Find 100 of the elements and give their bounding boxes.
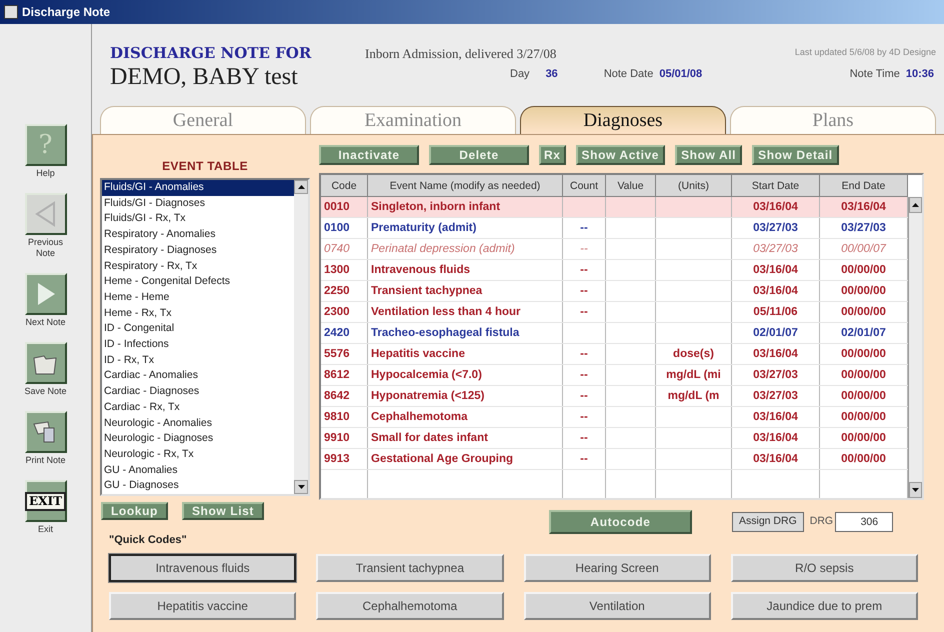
table-cell: -- — [563, 260, 606, 280]
event-list-item[interactable]: Respiratory - Anomalies — [102, 227, 294, 243]
event-list-item[interactable]: Fluids/GI - Anomalies — [102, 180, 294, 196]
column-header[interactable]: End Date — [820, 175, 908, 196]
table-cell: 03/16/04 — [732, 281, 820, 301]
quick-code-button[interactable]: Transient tachypnea — [316, 554, 504, 582]
note-time-label: Note Time — [850, 66, 900, 82]
app-icon — [4, 5, 18, 19]
event-list-item[interactable]: Respiratory - Diagnoses — [102, 242, 294, 259]
event-list-item[interactable]: ID - Congenital — [102, 321, 294, 338]
table-cell: Small for dates infant — [368, 428, 563, 448]
scroll-up-button[interactable] — [294, 180, 308, 194]
table-row[interactable]: 0010 Singleton, inborn infant 03/16/04 03/16/04 — [321, 197, 908, 218]
quick-code-button[interactable]: Intravenous fluids — [109, 554, 296, 582]
assign-drg-button[interactable]: Assign DRG — [732, 512, 804, 532]
table-cell: Gestational Age Grouping — [368, 449, 563, 469]
scroll-down-button[interactable] — [909, 482, 922, 498]
table-cell: 5576 — [321, 344, 368, 364]
event-list-item[interactable]: Fluids/GI - Rx, Tx — [102, 211, 294, 228]
save-button[interactable] — [24, 342, 66, 384]
table-row[interactable]: 9913 Gestational Age Grouping -- 03/16/04 00/00/00 — [321, 449, 908, 470]
table-row[interactable]: 9910 Small for dates infant -- 03/16/04 00/00/00 — [321, 428, 908, 449]
table-cell: 03/16/04 — [732, 344, 820, 364]
print-button[interactable] — [24, 411, 66, 453]
table-row[interactable]: 2250 Transient tachypnea -- 03/16/04 00/00/00 — [321, 281, 908, 302]
scroll-up-button[interactable] — [909, 197, 922, 213]
drg-field[interactable]: 306 — [835, 512, 894, 532]
table-cell: Transient tachypnea — [368, 281, 563, 301]
quick-code-button[interactable]: Ventilation — [524, 592, 711, 620]
column-header[interactable]: Event Name (modify as needed) — [368, 175, 563, 196]
day-value: 36 — [546, 66, 558, 82]
table-row[interactable]: 5576 Hepatitis vaccine -- dose(s) 03/16/04 00/00/00 — [321, 344, 908, 365]
table-row[interactable]: 0740 Perinatal depression (admit) -- 03/27/03 00/00/07 — [321, 239, 908, 260]
next-button[interactable] — [24, 273, 66, 315]
table-row[interactable]: 2300 Ventilation less than 4 hour -- 05/11/06 00/00/00 — [321, 302, 908, 323]
event-list-item[interactable]: Cardiac - Rx, Tx — [102, 400, 294, 416]
table-cell: -- — [563, 281, 606, 301]
table-cell: 9913 — [321, 449, 368, 469]
exit-button[interactable]: EXIT — [24, 480, 66, 522]
note-date-value: 05/01/08 — [659, 66, 702, 82]
table-cell: Perinatal depression (admit) — [368, 239, 563, 259]
event-list-item[interactable]: Neurologic - Rx, Tx — [102, 446, 294, 463]
table-cell: 0100 — [321, 218, 368, 238]
table-cell: -- — [563, 302, 606, 322]
left-triangle-icon — [34, 201, 58, 227]
table-cell: Ventilation less than 4 hour — [368, 302, 563, 322]
table-cell: -- — [563, 218, 606, 238]
event-list-item[interactable]: Neurologic - Anomalies — [102, 416, 294, 432]
table-cell: 0010 — [321, 197, 368, 217]
event-list-item[interactable]: GU - Diagnoses — [102, 478, 294, 494]
table-cell: Singleton, inborn infant — [368, 197, 563, 217]
table-row[interactable]: 0100 Prematurity (admit) -- 03/27/03 03/27/03 — [321, 218, 908, 239]
event-list-item[interactable]: Neurologic - Diagnoses — [102, 431, 294, 447]
event-list-item[interactable]: Respiratory - Rx, Tx — [102, 258, 294, 274]
table-cell: dose(s) — [656, 344, 732, 364]
column-header[interactable]: Code — [321, 175, 368, 196]
table-row[interactable]: 8612 Hypocalcemia (<7.0) -- mg/dL (mi 03/27/03 00/00/00 — [321, 365, 908, 386]
table-cell: Intravenous fluids — [368, 260, 563, 280]
quick-code-button[interactable]: R/O sepsis — [730, 554, 918, 582]
event-list-item[interactable]: Heme - Heme — [102, 290, 294, 306]
table-cell: 2300 — [321, 302, 368, 322]
quick-code-button[interactable]: Cephalhemotoma — [316, 592, 504, 620]
table-cell: 03/16/04 — [732, 428, 820, 448]
question-mark-icon: ? — [38, 132, 52, 158]
table-row[interactable]: 1300 Intravenous fluids -- 03/16/04 00/00/00 — [321, 260, 908, 281]
event-list-item[interactable]: ID - Rx, Tx — [102, 352, 294, 368]
scrollbar[interactable] — [908, 197, 922, 498]
event-list-item[interactable]: GU - Anomalies — [102, 462, 294, 478]
column-header[interactable]: (Units) — [656, 175, 732, 196]
quick-code-button[interactable]: Hepatitis vaccine — [109, 592, 296, 620]
quick-code-button[interactable]: Hearing Screen — [524, 554, 711, 582]
event-list-item[interactable]: Cardiac - Anomalies — [102, 368, 294, 384]
event-table-title: EVENT TABLE — [162, 158, 248, 175]
table-cell: 0740 — [321, 239, 368, 259]
table-row[interactable]: 9810 Cephalhemotoma -- 03/16/04 00/00/00 — [321, 407, 908, 428]
table-cell: 8612 — [321, 365, 368, 385]
table-row[interactable]: 2420 Tracheo-esophageal fistula 02/01/07 02/01/07 — [321, 323, 908, 344]
table-cell: Prematurity (admit) — [368, 218, 563, 238]
toolbar-label: Previous Note — [26, 237, 64, 259]
event-list-item[interactable]: Heme - Congenital Defects — [102, 274, 294, 290]
quick-codes-title: "Quick Codes" — [109, 533, 188, 548]
column-header[interactable]: Start Date — [732, 175, 820, 196]
tab[interactable]: Diagnoses — [520, 106, 726, 134]
up-arrow-icon — [912, 203, 919, 207]
last-updated-text: Last updated 5/6/08 by 4D Designe — [794, 46, 936, 59]
table-cell: Hyponatremia (<125) — [368, 386, 563, 406]
table-cell: 03/27/03 — [732, 239, 820, 259]
table-cell: 03/27/03 — [732, 365, 820, 385]
event-list-item[interactable]: Fluids/GI - Diagnoses — [102, 196, 294, 212]
scrollbar[interactable] — [294, 180, 308, 494]
column-header[interactable]: Value — [606, 175, 656, 196]
table-cell: 2250 — [321, 281, 368, 301]
event-list-item[interactable]: ID - Infections — [102, 337, 294, 353]
table-row[interactable]: 8642 Hyponatremia (<125) -- mg/dL (m 03/27/03 00/00/00 — [321, 386, 908, 407]
quick-code-button[interactable]: Jaundice due to prem — [730, 592, 918, 620]
scroll-down-button[interactable] — [294, 480, 308, 494]
table-cell: Tracheo-esophageal fistula — [368, 323, 563, 343]
event-list-item[interactable]: Heme - Rx, Tx — [102, 306, 294, 322]
column-header[interactable]: Count — [563, 175, 606, 196]
event-list-item[interactable]: Cardiac - Diagnoses — [102, 384, 294, 400]
